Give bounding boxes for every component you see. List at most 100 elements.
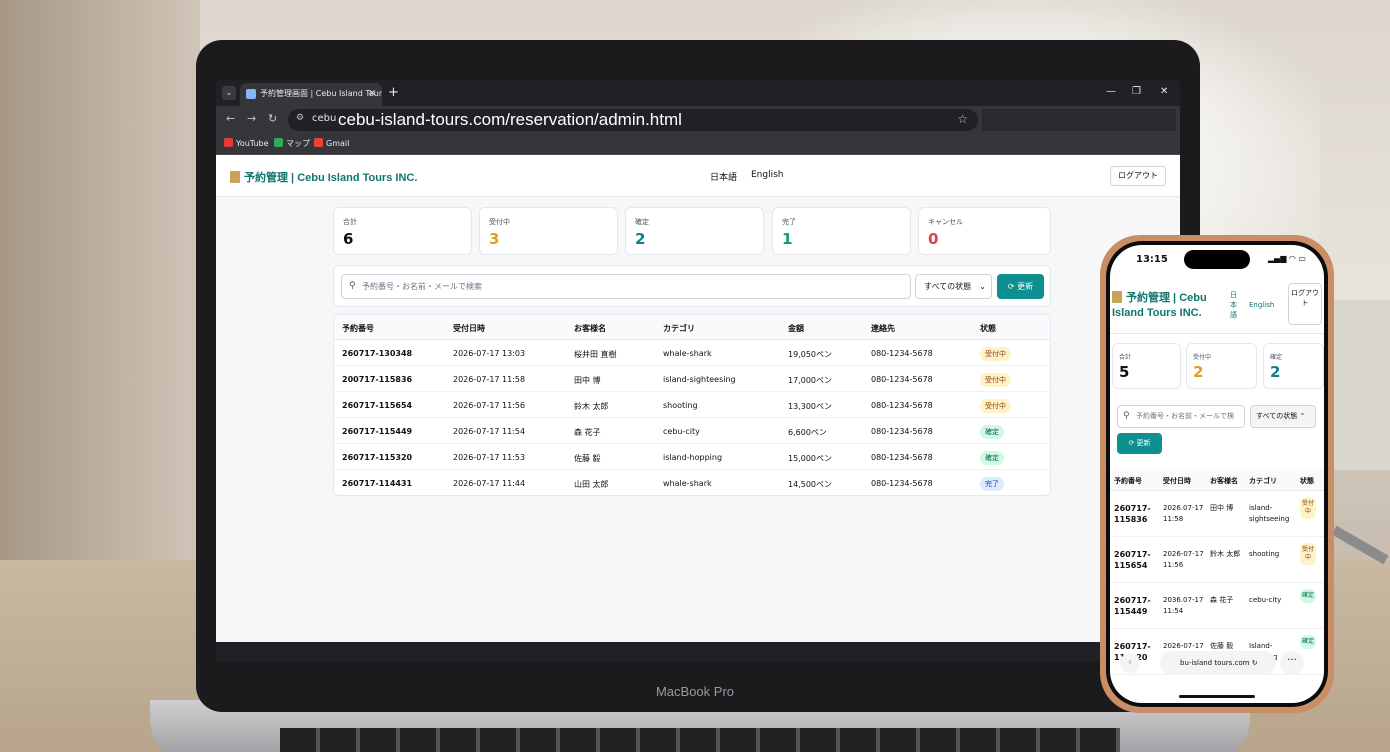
tab-title: 予約管理画面 | Cebu Island Tours	[260, 89, 382, 98]
url-prefix: cebu	[312, 113, 337, 124]
bookmark-star-icon[interactable]: ☆	[957, 112, 968, 126]
stat-value: 6	[343, 230, 354, 248]
cell-contact: 080-1234-5678	[871, 479, 933, 488]
phone-address-bar[interactable]: bu-island tours.com ↻	[1160, 651, 1276, 675]
cell-id: 260717-115654	[342, 401, 413, 410]
cell-amount: 19,050ペン	[788, 350, 832, 359]
address-bar[interactable]: ⚙ cebu cebu-island-tours.com/reservation…	[288, 109, 978, 131]
stat-label: 完了	[782, 218, 796, 226]
search-input[interactable]: ⚲ 予約番号・お名前・メールで検索	[341, 274, 911, 299]
phone-table-row[interactable]: 260717-115836 2026.07-17 11:58 田中 博 island-…	[1110, 491, 1324, 537]
phone-status-filter-select[interactable]: すべての状態 ⌃	[1250, 405, 1316, 428]
cell-contact: 080-1234-5678	[871, 427, 933, 436]
status-badge: 受付中	[1300, 543, 1316, 565]
browser-tab[interactable]: 予約管理画面 | Cebu Island Tours ✕	[240, 83, 382, 106]
column-header: 受付日時	[1163, 477, 1191, 485]
tab-search-icon[interactable]: ⌄	[222, 86, 236, 100]
phone-refresh-button[interactable]: ⟳ 更新	[1117, 433, 1162, 454]
bookmark-maps[interactable]: マップ	[274, 138, 310, 149]
cell-name: 田中 博	[1210, 504, 1234, 512]
lang-ja-link[interactable]: 日本語	[710, 170, 737, 183]
phone-site-logo[interactable]: 予約管理 | Cebu Island Tours INC.	[1112, 291, 1222, 321]
bookmark-youtube[interactable]: YouTube	[224, 138, 269, 148]
lang-en-link[interactable]: English	[751, 170, 784, 180]
cell-name: 佐藤 毅	[574, 454, 601, 463]
signal-wifi-battery-icon: ▂▄▆ ◠ ▭	[1267, 254, 1306, 263]
stat-value: 5	[1119, 363, 1130, 381]
phone-logout-button[interactable]: ログアウト	[1288, 283, 1322, 325]
reload-icon[interactable]: ↻	[268, 112, 277, 125]
cell-contact: 080-1234-5678	[871, 349, 933, 358]
page-header: 予約管理 | Cebu Island Tours INC. 日本語 Englis…	[216, 155, 1180, 197]
table-row[interactable]: 260717-114431 2026-07-17 11:44 山田 太郎 whale-…	[334, 470, 1050, 495]
refresh-button[interactable]: ⟳ 更新	[997, 274, 1044, 299]
cell-name: 山田 太郎	[574, 480, 609, 489]
stat-total: 合計 6	[333, 207, 472, 255]
favicon-icon	[246, 89, 256, 99]
search-placeholder: 予約番号・お名前・メールで検索	[362, 282, 482, 291]
site-logo[interactable]: 予約管理 | Cebu Island Tours INC.	[230, 169, 417, 185]
cell-date: 2026-07-17 11:54	[453, 427, 526, 436]
gmail-icon	[314, 138, 323, 147]
back-icon[interactable]: ←	[226, 112, 235, 125]
cell-date: 2026-07-17 11:44	[453, 479, 526, 488]
column-header: カテゴリ	[1249, 477, 1277, 485]
status-badge: 確定	[980, 451, 1004, 465]
cell-date: 2026-07-17 11:56	[1163, 550, 1204, 569]
new-tab-icon[interactable]: +	[388, 85, 399, 100]
column-header: 予約番号	[342, 324, 374, 333]
cell-contact: 080-1234-5678	[871, 375, 933, 384]
table-row[interactable]: 200717-115836 2026-07-17 11:58 田中 博 island-…	[334, 366, 1050, 392]
cell-category: island-hopping	[663, 453, 723, 462]
cell-category: island-sightseeing	[1249, 504, 1290, 523]
table-row[interactable]: 260717-115654 2026-07-17 11:56 鈴木 太郎 shooti…	[334, 392, 1050, 418]
logout-button[interactable]: ログアウト	[1110, 166, 1166, 186]
youtube-icon	[224, 138, 233, 147]
table-header: 予約番号 受付日時 お客様名 カテゴリ 金額 連絡先 状態	[334, 315, 1050, 340]
window-close-icon[interactable]: ✕	[1160, 86, 1168, 97]
more-icon[interactable]: ···	[1280, 651, 1304, 675]
site-info-icon[interactable]: ⚙	[296, 113, 304, 123]
phone-stat-confirmed: 確定 2	[1263, 343, 1324, 389]
minimize-icon[interactable]: —	[1106, 86, 1116, 97]
stat-label: 合計	[1119, 354, 1132, 361]
table-row[interactable]: 260717-130348 2026-07-17 13:03 桜井田 直樹 whale…	[334, 340, 1050, 366]
dynamic-island	[1184, 250, 1250, 269]
phone-lang-en-link[interactable]: English	[1249, 301, 1274, 309]
column-header: 状態	[1300, 477, 1314, 485]
column-header: カテゴリ	[663, 324, 695, 333]
phone-search-input[interactable]: ⚲ 予約番号・お名前・メールで検	[1117, 405, 1245, 428]
cell-category: whale-shark	[663, 479, 712, 488]
back-icon[interactable]: ‹	[1120, 653, 1140, 673]
phone-lang-ja-link[interactable]: 日本語	[1230, 290, 1238, 320]
cell-name: 鈴木 太郎	[1210, 550, 1241, 558]
status-filter-select[interactable]: すべての状態 ⌄	[915, 274, 992, 299]
tab-bar: ⌄ 予約管理画面 | Cebu Island Tours ✕ + — ❐ ✕	[216, 80, 1180, 106]
table-row[interactable]: 260717-115449 2026-07-17 11:54 森 花子 cebu-ci…	[334, 418, 1050, 444]
cell-category: shooting	[1249, 550, 1280, 558]
admin-page: 予約管理 | Cebu Island Tours INC. 日本語 Englis…	[216, 155, 1180, 642]
table-row[interactable]: 260717-115320 2026-07-17 11:53 佐藤 毅 island-…	[334, 444, 1050, 470]
bookmark-gmail[interactable]: Gmail	[314, 138, 349, 148]
cell-category: island-sighteesing	[663, 375, 736, 384]
cell-date: 2026-07-17 11:56	[453, 401, 526, 410]
cell-name: 田中 博	[574, 376, 601, 385]
stat-value: 2	[635, 230, 646, 248]
close-icon[interactable]: ✕	[368, 83, 376, 105]
stat-label: 受付中	[1193, 354, 1212, 361]
cell-amount: 15,000ペン	[788, 454, 832, 463]
background-wall	[0, 0, 200, 560]
cell-id: 260717-130348	[342, 349, 413, 358]
forward-icon[interactable]: →	[247, 112, 256, 125]
phone-table-row[interactable]: 260717-115654 2026-07-17 11:56 鈴木 太郎 shooti…	[1110, 537, 1324, 583]
stat-confirmed: 確定 2	[625, 207, 764, 255]
home-indicator	[1179, 695, 1255, 698]
column-header: 状態	[980, 324, 996, 333]
cell-contact: 080-1234-5678	[871, 401, 933, 410]
stat-value: 3	[489, 230, 500, 248]
column-header: お客様名	[1210, 477, 1238, 485]
phone-table-row[interactable]: 260717-115449 2036.07-17 11:54 森 花子 cebu-ci…	[1110, 583, 1324, 629]
column-header: 金額	[788, 324, 804, 333]
maximize-icon[interactable]: ❐	[1132, 86, 1141, 97]
clipboard-icon	[1112, 291, 1122, 303]
